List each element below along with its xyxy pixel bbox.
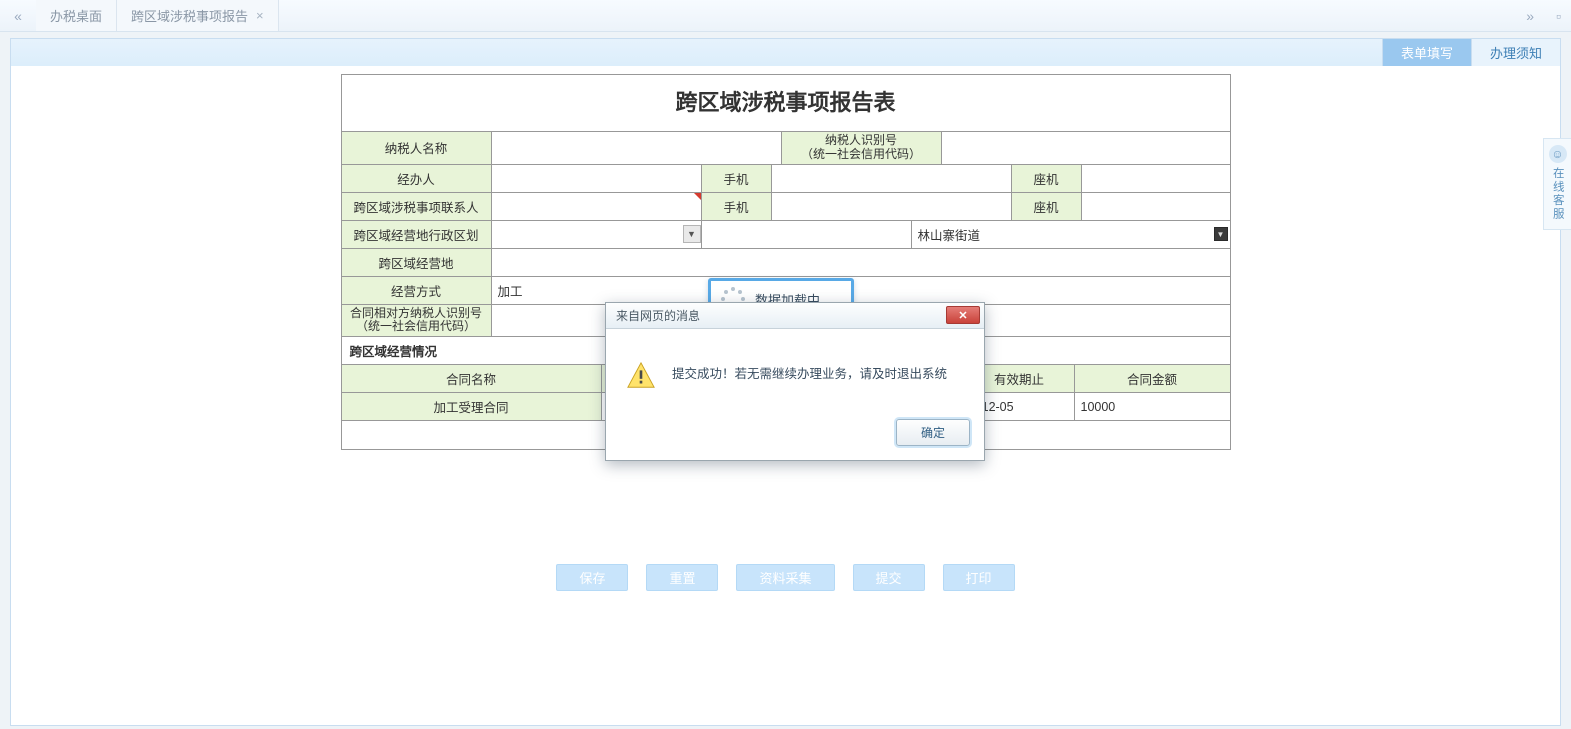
- field-agent-landline[interactable]: [1082, 165, 1230, 192]
- tab-cross-region-report[interactable]: 跨区域涉税事项报告 ×: [117, 0, 279, 31]
- dialog-message: 提交成功！若无需继续办理业务，请及时退出系统: [672, 361, 947, 384]
- field-admin-div-1[interactable]: ▼: [492, 221, 702, 248]
- window-controls: » ▫: [1522, 0, 1565, 31]
- collect-button[interactable]: 资料采集: [736, 564, 834, 591]
- label-counterparty-id: 合同相对方纳税人识别号 （统一社会信用代码）: [342, 305, 492, 337]
- dialog-close-button[interactable]: ✕: [946, 306, 980, 324]
- contract-name-value: 加工受理合同: [433, 397, 508, 416]
- btn-label: 保存: [579, 571, 605, 586]
- label-mobile: 手机: [702, 165, 772, 192]
- row-admin-div: 跨区域经营地行政区划 ▼ 林山寨街道 ▼: [342, 221, 1230, 249]
- tabbar-scroll-right[interactable]: »: [1522, 8, 1538, 24]
- field-biz-place[interactable]: [492, 249, 1230, 276]
- label-contract-name: 合同名称: [342, 365, 602, 392]
- field-agent-mobile[interactable]: [772, 165, 1012, 192]
- form-title: 跨区域涉税事项报告表: [342, 75, 1230, 132]
- row-cross-contact: 跨区域涉税事项联系人 手机 座机: [342, 193, 1230, 221]
- contract-name-value-cell: 加工受理合同: [342, 393, 602, 420]
- btn-label: 重置: [669, 571, 695, 586]
- chevron-down-icon[interactable]: ▼: [683, 225, 701, 243]
- subtab-label: 表单填写: [1401, 43, 1453, 62]
- print-button[interactable]: 打印: [943, 564, 1015, 591]
- warning-icon: [626, 361, 656, 391]
- dialog-title-text: 来自网页的消息: [616, 307, 700, 324]
- row-biz-place: 跨区域经营地: [342, 249, 1230, 277]
- tab-label: 办税桌面: [50, 6, 102, 25]
- dialog-titlebar[interactable]: 来自网页的消息 ✕: [606, 303, 984, 329]
- contract-amount-value-cell[interactable]: 10000: [1075, 393, 1230, 420]
- admin-street-value: 林山寨街道: [918, 225, 981, 244]
- online-help-tab[interactable]: ☺ 在线客服: [1543, 138, 1571, 230]
- btn-label: 资料采集: [759, 571, 811, 586]
- dialog-footer: 确定: [606, 409, 984, 460]
- label-landline: 座机: [1012, 165, 1082, 192]
- label-contract-amount: 合同金额: [1075, 365, 1230, 392]
- field-agent[interactable]: [492, 165, 702, 192]
- field-admin-div-2[interactable]: [702, 221, 912, 248]
- chevron-down-icon[interactable]: ▼: [1214, 227, 1228, 241]
- label-landline-2: 座机: [1012, 193, 1082, 220]
- close-icon: ✕: [958, 309, 967, 322]
- contract-amount-value: 10000: [1081, 400, 1116, 414]
- top-tabbar: « 办税桌面 跨区域涉税事项报告 × » ▫: [0, 0, 1571, 32]
- main-canvas: 跨区域涉税事项报告表 纳税人名称 纳税人识别号 （统一社会信用代码） 经办人 手…: [10, 66, 1561, 726]
- label-agent: 经办人: [342, 165, 492, 192]
- subtab-label: 办理须知: [1490, 43, 1542, 62]
- dialog-ok-button[interactable]: 确定: [896, 419, 970, 446]
- field-cross-contact[interactable]: [492, 193, 702, 220]
- label-taxpayer-name: 纳税人名称: [342, 132, 492, 164]
- label-biz-mode: 经营方式: [342, 277, 492, 304]
- message-dialog: 来自网页的消息 ✕ 提交成功！若无需继续办理业务，请及时退出系统 确定: [605, 302, 985, 461]
- help-label: 在线客服: [1550, 167, 1564, 221]
- field-taxpayer-name[interactable]: [492, 132, 782, 164]
- reset-button[interactable]: 重置: [646, 564, 718, 591]
- window-restore-icon[interactable]: ▫: [1552, 8, 1565, 24]
- label-cross-contact: 跨区域涉税事项联系人: [342, 193, 492, 220]
- dialog-body: 提交成功！若无需继续办理业务，请及时退出系统: [606, 329, 984, 409]
- save-button[interactable]: 保存: [556, 564, 628, 591]
- subtab-group: 表单填写 办理须知: [1382, 39, 1560, 66]
- ok-label: 确定: [921, 426, 945, 440]
- label-admin-div: 跨区域经营地行政区划: [342, 221, 492, 248]
- field-biz-mode[interactable]: 加工: [492, 277, 1230, 304]
- footer-buttons: 保存 重置 资料采集 提交 打印: [11, 564, 1560, 591]
- label-biz-place: 跨区域经营地: [342, 249, 492, 276]
- field-admin-div-street[interactable]: 林山寨街道 ▼: [912, 221, 1230, 248]
- subtab-form-fill[interactable]: 表单填写: [1382, 39, 1471, 66]
- label-taxpayer-id: 纳税人识别号 （统一社会信用代码）: [782, 132, 942, 164]
- field-cross-mobile[interactable]: [772, 193, 1012, 220]
- close-icon[interactable]: ×: [256, 8, 264, 23]
- chevron-left-icon: «: [14, 8, 22, 24]
- tab-desktop[interactable]: 办税桌面: [36, 0, 117, 31]
- subtab-notice[interactable]: 办理须知: [1471, 39, 1560, 66]
- row-agent: 经办人 手机 座机: [342, 165, 1230, 193]
- row-taxpayer: 纳税人名称 纳税人识别号 （统一社会信用代码）: [342, 132, 1230, 165]
- label-mobile-2: 手机: [702, 193, 772, 220]
- biz-mode-value: 加工: [498, 281, 523, 300]
- field-taxpayer-id[interactable]: [942, 132, 1230, 164]
- avatar-icon: ☺: [1549, 145, 1567, 163]
- btn-label: 提交: [876, 571, 902, 586]
- sub-header: 表单填写 办理须知: [10, 38, 1561, 66]
- tabbar-scroll-left[interactable]: «: [0, 0, 36, 31]
- btn-label: 打印: [966, 571, 992, 586]
- field-cross-landline[interactable]: [1082, 193, 1230, 220]
- submit-button[interactable]: 提交: [853, 564, 925, 591]
- tab-label: 跨区域涉税事项报告: [131, 6, 248, 25]
